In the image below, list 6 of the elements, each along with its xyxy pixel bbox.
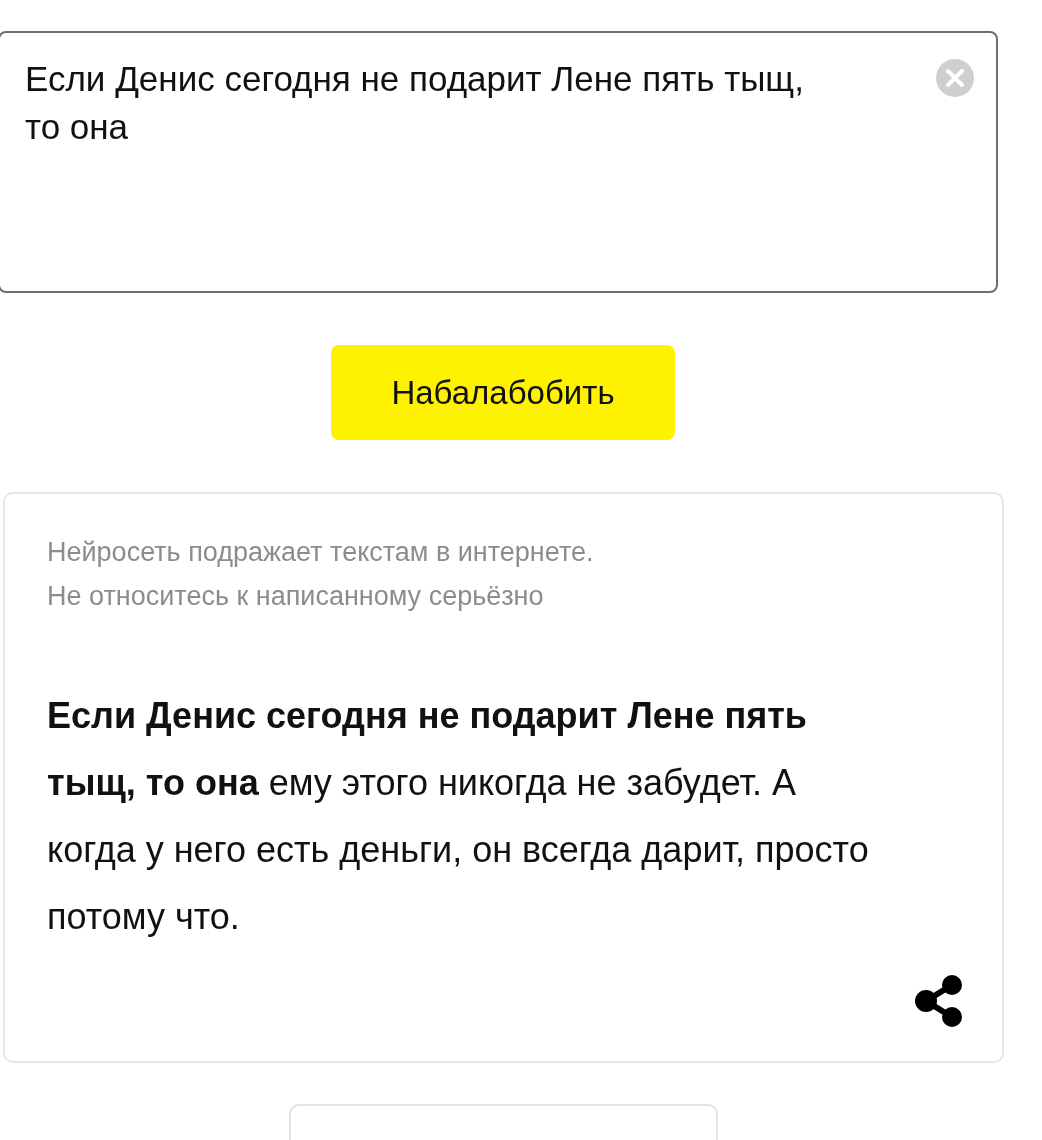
generated-text: Если Денис сегодня не подарит Лене пять тыщ, то она ему этого никогда не забудет. А когда у него есть деньги, он всегда дарит, просто потому что. (47, 694, 870, 939)
input-field[interactable]: Если Денис сегодня не подарит Лене пять тыщ, то она (0, 31, 998, 293)
share-icon[interactable] (914, 974, 964, 1028)
disclaimer-text: Нейросеть подражает текстам в интернете. Не относитесь к написанному серьёзно (47, 536, 595, 613)
clear-icon[interactable] (936, 59, 974, 97)
generate-button[interactable]: Набалабобить (331, 345, 675, 440)
